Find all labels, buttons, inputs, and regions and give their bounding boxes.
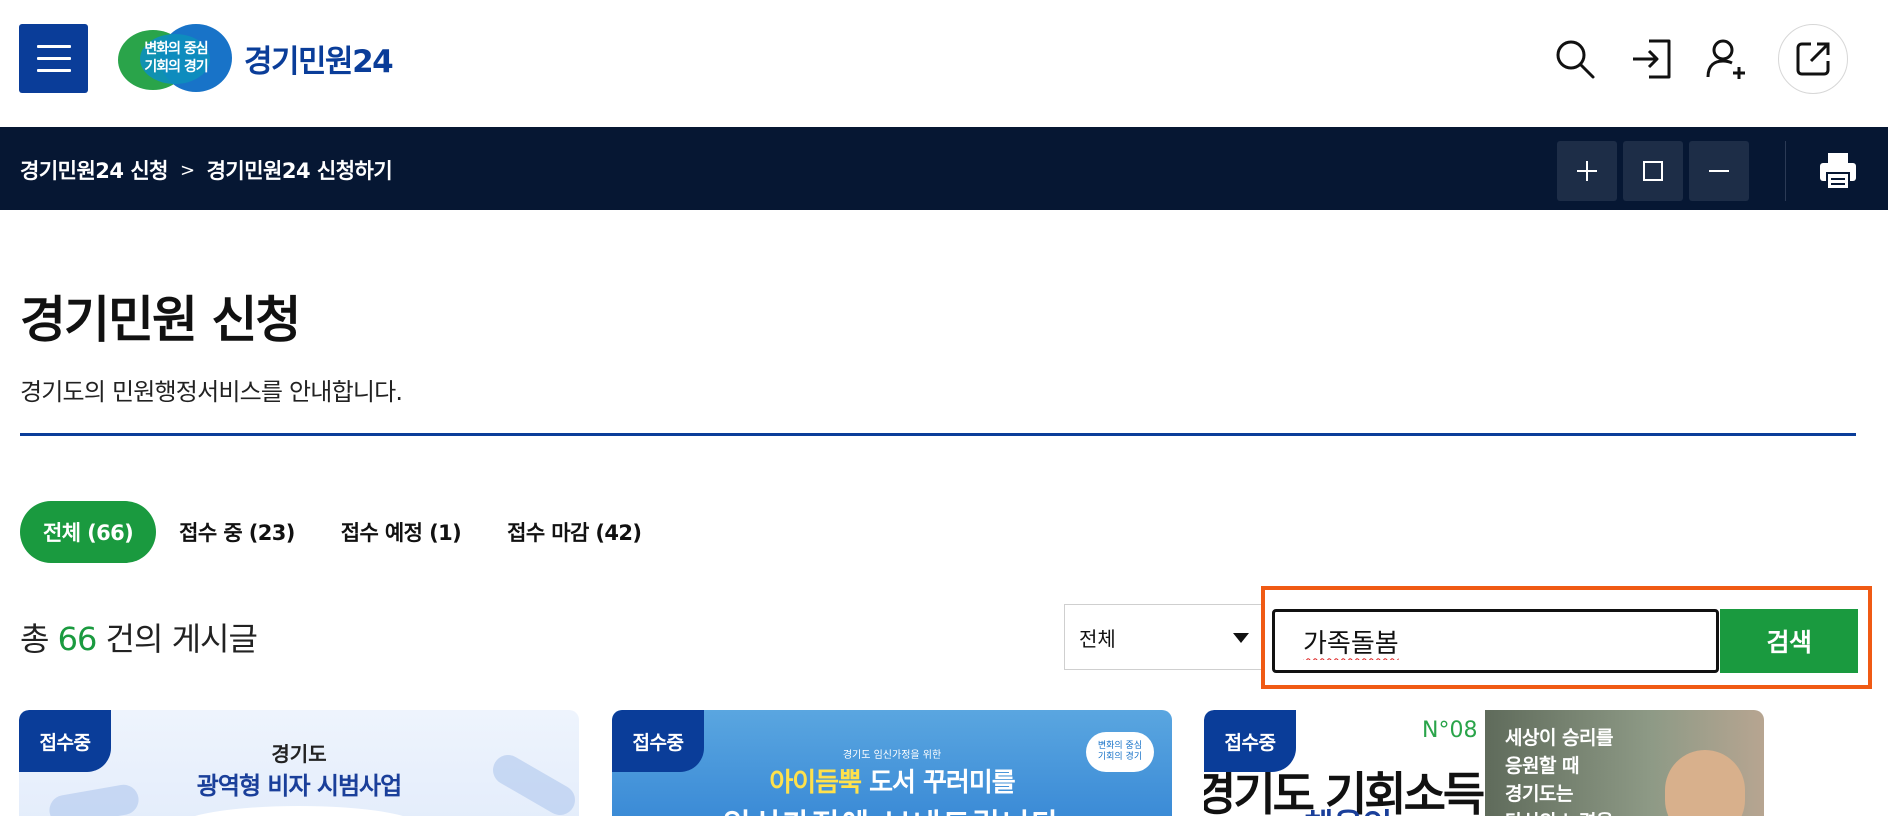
tab-all[interactable]: 전체 (66): [20, 501, 157, 563]
printer-icon: [1820, 153, 1856, 190]
logo-name: 경기민원24: [244, 43, 394, 80]
header-utility-icons: [1550, 24, 1848, 94]
zoom-reset-button[interactable]: [1623, 141, 1683, 201]
person-photo: [1665, 750, 1745, 816]
search-button[interactable]: [1550, 24, 1600, 94]
menu-icon-bar: [36, 45, 71, 48]
title-divider: [20, 433, 1856, 436]
card-headline: 임신가정에 보내드립니다: [612, 800, 1172, 816]
menu-button[interactable]: [19, 24, 88, 93]
breadcrumb-bar: 경기민원24 신청 > 경기민원24 신청하기: [0, 127, 1888, 210]
status-badge: 접수중: [1204, 710, 1296, 772]
card-photo: 세상이 승리를 응원할 때 경기도는 당신의 노력을: [1485, 710, 1764, 816]
logo-badge-line2: 기회의 경기: [144, 59, 208, 75]
logo-emblem: 변화의 중심 기회의 경기: [118, 24, 234, 92]
font-zoom-controls: [1557, 141, 1749, 201]
logo-badge-line1: 변화의 중심: [144, 41, 208, 57]
card-decoration: [179, 806, 419, 816]
card-title-highlight: 아이듬뿍: [769, 768, 862, 798]
card-title-rest: 도서 꾸러미를: [861, 768, 1016, 798]
status-badge: 접수중: [612, 710, 704, 772]
bar-divider: [1785, 141, 1786, 201]
photo-text-line: 응원할 때: [1505, 755, 1580, 777]
search-highlight-box: 검색: [1261, 586, 1872, 689]
result-count-number: 66: [57, 620, 98, 658]
search-submit-button[interactable]: 검색: [1720, 609, 1858, 673]
photo-text-line: 경기도는: [1505, 783, 1573, 805]
card-title-sub: 체육인: [1304, 800, 1392, 816]
menu-icon-bar: [36, 69, 71, 72]
breadcrumb-item[interactable]: 경기민원24 신청: [20, 155, 168, 185]
menu-icon-bar: [36, 57, 71, 60]
result-count-prefix: 총: [20, 620, 58, 658]
minus-icon: [1709, 170, 1729, 172]
site-logo[interactable]: 변화의 중심 기회의 경기 경기민원24: [118, 24, 394, 92]
square-icon: [1643, 161, 1663, 181]
print-button[interactable]: [1814, 147, 1862, 195]
breadcrumb-item[interactable]: 경기민원24 신청하기: [207, 155, 393, 185]
photo-text-line: 당신의 노력을: [1505, 808, 1614, 816]
tab-closed[interactable]: 접수 마감 (42): [484, 501, 664, 563]
card-logo-line1: 변화의 중심: [1097, 741, 1143, 751]
search-category-value: 전체: [1079, 626, 1116, 651]
user-add-icon: [1706, 39, 1745, 79]
site-header: 변화의 중심 기회의 경기 경기민원24: [0, 0, 1888, 127]
external-link-icon: [1796, 42, 1830, 76]
card-title: 광역형 비자 시범사업: [196, 772, 402, 800]
service-card[interactable]: 접수중 경기도 광역형 비자 시범사업: [19, 710, 579, 816]
result-count: 총 66 건의 게시글: [20, 614, 258, 660]
search-category-select[interactable]: 전체: [1064, 604, 1264, 670]
breadcrumb: 경기민원24 신청 > 경기민원24 신청하기: [20, 155, 393, 185]
result-count-suffix: 건의 게시글: [96, 620, 258, 658]
caret-down-icon: [1233, 633, 1249, 643]
zoom-out-button[interactable]: [1689, 141, 1749, 201]
card-logo-badge: 변화의 중심 기회의 경기: [1086, 732, 1154, 772]
service-card[interactable]: 접수중 N°08 경기도 기회소득 체육인 세상이 승리를 응원할 때 경기도는…: [1204, 710, 1764, 816]
login-button[interactable]: [1626, 24, 1676, 94]
status-tabs: 전체 (66) 접수 중 (23) 접수 예정 (1) 접수 마감 (42): [20, 501, 664, 563]
login-icon: [1633, 39, 1671, 79]
tab-open[interactable]: 접수 중 (23): [156, 501, 318, 563]
photo-text-line: 세상이 승리를: [1505, 727, 1614, 749]
status-badge: 접수중: [19, 710, 111, 772]
external-link-button[interactable]: [1778, 24, 1848, 94]
service-card[interactable]: 접수중 경기도 임신가정을 위한 아이듬뿍 도서 꾸러미를 임신가정에 보내드립…: [612, 710, 1172, 816]
page-title: 경기민원 신청: [20, 291, 301, 349]
card-logo-line2: 기회의 경기: [1097, 752, 1143, 762]
breadcrumb-separator: >: [179, 159, 195, 181]
zoom-in-button[interactable]: [1557, 141, 1617, 201]
tab-upcoming[interactable]: 접수 예정 (1): [318, 501, 484, 563]
page-description: 경기도의 민원행정서비스를 안내합니다.: [20, 378, 403, 406]
search-icon: [1556, 40, 1595, 79]
card-number: N°08: [1422, 718, 1478, 743]
card-title: 아이듬뿍 도서 꾸러미를: [612, 762, 1172, 799]
join-button[interactable]: [1702, 24, 1752, 94]
plus-icon: [1577, 161, 1597, 181]
card-photo-text: 세상이 승리를 응원할 때 경기도는 당신의 노력을: [1505, 724, 1614, 816]
search-input[interactable]: [1272, 609, 1719, 673]
